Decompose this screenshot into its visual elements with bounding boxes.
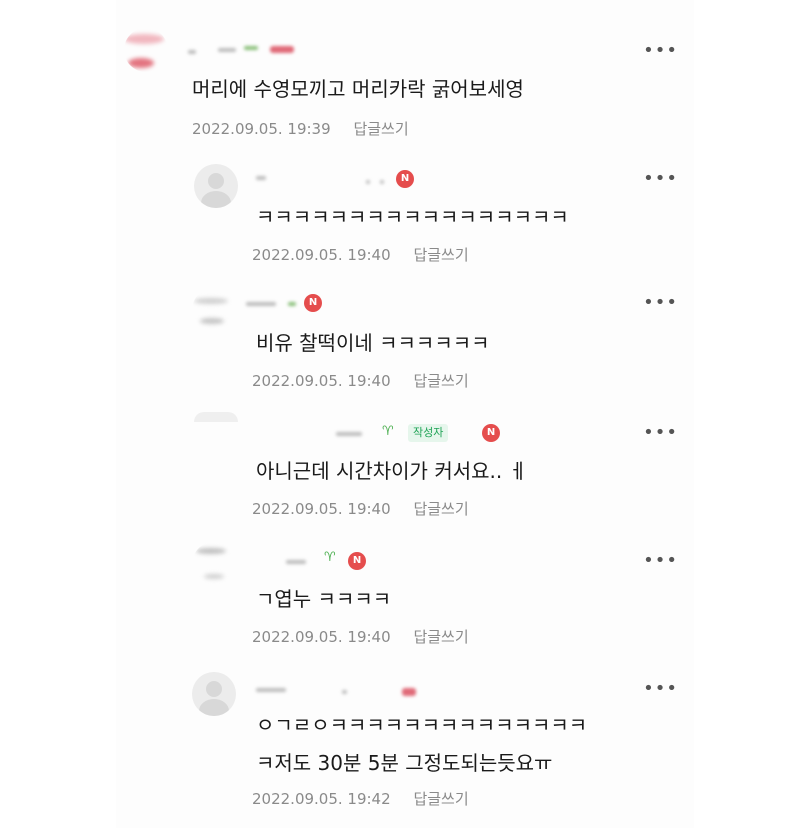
avatar[interactable] [192, 542, 236, 586]
comment-text: 비유 찰떡이네 ㅋㅋㅋㅋㅋㅋ [256, 331, 490, 355]
more-dots-icon[interactable]: ••• [643, 680, 678, 698]
new-badge: N [396, 170, 414, 188]
reply-5: ••• ㅇㄱㄹㅇㅋㅋㅋㅋㅋㅋㅋㅋㅋㅋㅋㅋㅋㅋ ㅋ저도 30분 5분 그정도되는듯… [186, 666, 694, 816]
avatar[interactable] [192, 288, 236, 332]
sprout-icon: ♈ [382, 424, 394, 439]
comment-1: ••• 머리에 수영모끼고 머리카락 굵어보세영 2022.09.05. 19:… [116, 20, 694, 140]
avatar[interactable] [192, 672, 236, 716]
comment-date: 2022.09.05. 19:40 [252, 372, 391, 390]
new-badge: N [482, 424, 500, 442]
comment-text-line2: ㅋ저도 30분 5분 그정도되는듯요ㅠ [256, 751, 553, 775]
nickname-redacted[interactable] [336, 422, 386, 446]
more-dots-icon[interactable]: ••• [643, 552, 678, 570]
nickname-redacted[interactable] [256, 680, 416, 704]
more-dots-icon[interactable]: ••• [643, 42, 678, 60]
nickname-redacted[interactable] [256, 168, 416, 192]
reply-button[interactable]: 답글쓰기 [413, 628, 468, 646]
avatar[interactable] [194, 164, 238, 208]
avatar[interactable] [124, 28, 168, 72]
comment-text-line1: ㅇㄱㄹㅇㅋㅋㅋㅋㅋㅋㅋㅋㅋㅋㅋㅋㅋㅋ [256, 713, 588, 737]
reply-button[interactable]: 답글쓰기 [413, 790, 468, 808]
nickname-redacted[interactable] [188, 42, 298, 66]
new-badge: N [304, 294, 322, 312]
comment-date: 2022.09.05. 19:40 [252, 628, 391, 646]
comment-meta: 2022.09.05. 19:40 답글쓰기 [252, 498, 469, 519]
reply-3: ♈ 작성자 N ••• 아니근데 시간차이가 커서요.. ㅔ 2022.09.0… [186, 410, 694, 522]
comment-text: ㅋㅋㅋㅋㅋㅋㅋㅋㅋㅋㅋㅋㅋㅋㅋㅋㅋ [256, 205, 569, 229]
sprout-icon: ♈ [324, 550, 336, 565]
new-badge: N [348, 552, 366, 570]
comment-text: 머리에 수영모끼고 머리카락 굵어보세영 [192, 77, 524, 101]
reply-button[interactable]: 답글쓰기 [413, 372, 468, 390]
comment-meta: 2022.09.05. 19:40 답글쓰기 [252, 370, 469, 391]
comment-date: 2022.09.05. 19:39 [192, 120, 331, 138]
author-tag: 작성자 [408, 424, 449, 442]
reply-1: N ••• ㅋㅋㅋㅋㅋㅋㅋㅋㅋㅋㅋㅋㅋㅋㅋㅋㅋ 2022.09.05. 19:4… [186, 158, 694, 270]
comment-meta: 2022.09.05. 19:40 답글쓰기 [252, 244, 469, 265]
comment-date: 2022.09.05. 19:40 [252, 500, 391, 518]
more-dots-icon[interactable]: ••• [643, 424, 678, 442]
comment-date: 2022.09.05. 19:40 [252, 246, 391, 264]
comment-meta: 2022.09.05. 19:40 답글쓰기 [252, 626, 469, 647]
comment-text: ㄱ엽누 ㅋㅋㅋㅋ [256, 587, 392, 611]
comment-meta: 2022.09.05. 19:39 답글쓰기 [192, 118, 409, 139]
more-dots-icon[interactable]: ••• [643, 294, 678, 312]
more-dots-icon[interactable]: ••• [643, 170, 678, 188]
reply-4: ♈ N ••• ㄱ엽누 ㅋㅋㅋㅋ 2022.09.05. 19:40 답글쓰기 [186, 538, 694, 650]
comment-text: 아니근데 시간차이가 커서요.. ㅔ [256, 459, 527, 483]
reply-button[interactable]: 답글쓰기 [413, 246, 468, 264]
avatar[interactable] [194, 412, 238, 422]
comment-date: 2022.09.05. 19:42 [252, 790, 391, 808]
reply-button[interactable]: 답글쓰기 [353, 120, 408, 138]
reply-2: N ••• 비유 찰떡이네 ㅋㅋㅋㅋㅋㅋ 2022.09.05. 19:40 답… [186, 282, 694, 394]
reply-button[interactable]: 답글쓰기 [413, 500, 468, 518]
comment-meta: 2022.09.05. 19:42 답글쓰기 [252, 788, 469, 809]
